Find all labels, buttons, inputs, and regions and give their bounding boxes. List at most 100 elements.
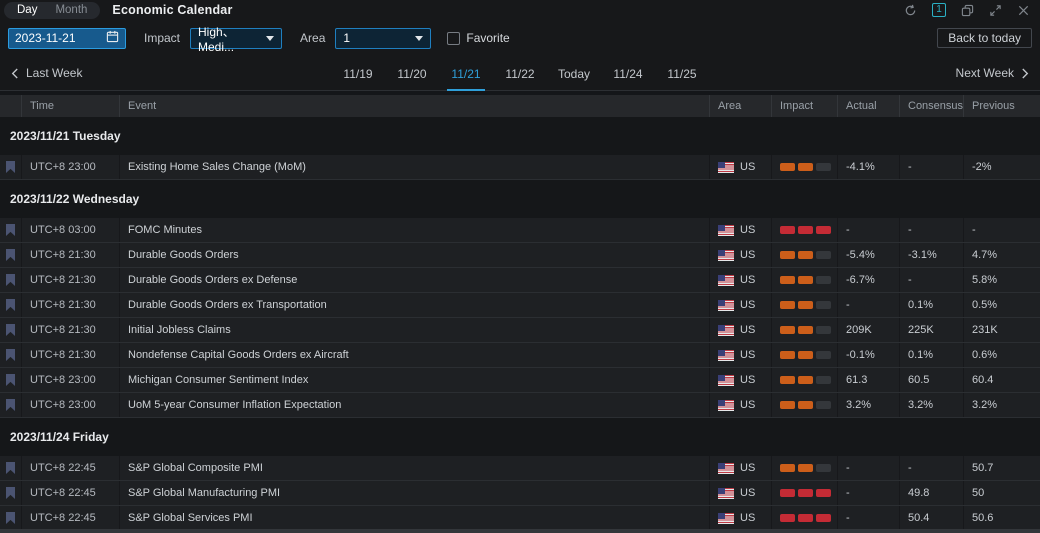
next-week-button[interactable]: Next Week	[709, 56, 1030, 90]
week-days: 11/1911/2011/2111/22Today11/2411/25	[331, 56, 709, 90]
time-cell: UTC+8 22:45	[22, 481, 120, 505]
group-date-label: 2023/11/22 Wednesday	[0, 192, 139, 206]
actual-cell: -	[838, 218, 900, 242]
us-flag-icon	[718, 300, 734, 311]
impact-cell	[772, 318, 838, 342]
impact-cell	[772, 243, 838, 267]
table-header: Time Event Area Impact Actual Consensus …	[0, 95, 1040, 117]
event-row[interactable]: UTC+8 22:45S&P Global Manufacturing PMIU…	[0, 481, 1040, 506]
bookmark-icon[interactable]	[6, 249, 15, 261]
week-day-today[interactable]: Today	[547, 56, 601, 91]
week-day-11-21[interactable]: 11/21	[439, 56, 493, 91]
event-cell: S&P Global Services PMI	[120, 506, 710, 530]
date-picker[interactable]: 2023-11-21	[8, 28, 126, 49]
impact-indicator	[780, 464, 831, 472]
event-row[interactable]: UTC+8 03:00FOMC MinutesUS---	[0, 218, 1040, 243]
panel-count-badge[interactable]: 1	[932, 3, 946, 17]
time-cell: UTC+8 23:00	[22, 368, 120, 392]
us-flag-icon	[718, 162, 734, 173]
week-day-11-22[interactable]: 11/22	[493, 56, 547, 91]
favorite-filter[interactable]: Favorite	[447, 31, 509, 45]
bookmark-cell	[0, 243, 22, 267]
bookmark-icon[interactable]	[6, 349, 15, 361]
area-select-value: 1	[343, 31, 350, 45]
impact-indicator	[780, 514, 831, 522]
consensus-cell: -	[900, 218, 964, 242]
event-row[interactable]: UTC+8 21:30Durable Goods OrdersUS-5.4%-3…	[0, 243, 1040, 268]
us-flag-icon	[718, 463, 734, 474]
back-to-today-button[interactable]: Back to today	[937, 28, 1032, 48]
us-flag-icon	[718, 513, 734, 524]
bookmark-icon[interactable]	[6, 399, 15, 411]
bookmark-icon[interactable]	[6, 374, 15, 386]
impact-indicator	[780, 489, 831, 497]
event-row[interactable]: UTC+8 23:00UoM 5-year Consumer Inflation…	[0, 393, 1040, 418]
event-row[interactable]: UTC+8 22:45S&P Global Services PMIUS-50.…	[0, 506, 1040, 531]
bookmark-cell	[0, 506, 22, 530]
area-cell: US	[710, 293, 772, 317]
area-select[interactable]: 1	[335, 28, 431, 49]
bookmark-icon[interactable]	[6, 299, 15, 311]
impact-select[interactable]: High、Medi...	[190, 28, 282, 49]
actual-cell: -0.1%	[838, 343, 900, 367]
week-day-11-24[interactable]: 11/24	[601, 56, 655, 91]
consensus-cell: -	[900, 456, 964, 480]
us-flag-icon	[718, 350, 734, 361]
area-cell: US	[710, 368, 772, 392]
impact-cell	[772, 368, 838, 392]
event-row[interactable]: UTC+8 21:30Durable Goods Orders ex Trans…	[0, 293, 1040, 318]
us-flag-icon	[718, 225, 734, 236]
bookmark-icon[interactable]	[6, 161, 15, 173]
impact-cell	[772, 268, 838, 292]
event-row[interactable]: UTC+8 22:45S&P Global Composite PMIUS--5…	[0, 456, 1040, 481]
impact-indicator	[780, 276, 831, 284]
actual-cell: 3.2%	[838, 393, 900, 417]
table-body: 2023/11/21 TuesdayUTC+8 23:00Existing Ho…	[0, 117, 1040, 531]
bookmark-icon[interactable]	[6, 487, 15, 499]
actual-cell: -	[838, 456, 900, 480]
consensus-cell: 50.4	[900, 506, 964, 530]
event-row[interactable]: UTC+8 23:00Existing Home Sales Change (M…	[0, 155, 1040, 180]
horizontal-scrollbar[interactable]	[0, 529, 1040, 533]
time-cell: UTC+8 22:45	[22, 456, 120, 480]
last-week-button[interactable]: Last Week	[10, 56, 331, 90]
actual-cell: -	[838, 506, 900, 530]
bookmark-icon[interactable]	[6, 512, 15, 524]
area-label: US	[740, 274, 755, 286]
area-label: US	[740, 399, 755, 411]
event-row[interactable]: UTC+8 21:30Durable Goods Orders ex Defen…	[0, 268, 1040, 293]
area-cell: US	[710, 318, 772, 342]
expand-icon[interactable]	[989, 4, 1002, 17]
bookmark-cell	[0, 218, 22, 242]
event-cell: Nondefense Capital Goods Orders ex Aircr…	[120, 343, 710, 367]
page-title: Economic Calendar	[112, 3, 232, 17]
duplicate-window-icon[interactable]	[961, 4, 974, 17]
event-row[interactable]: UTC+8 21:30Nondefense Capital Goods Orde…	[0, 343, 1040, 368]
tab-day[interactable]: Day	[8, 4, 46, 16]
event-row[interactable]: UTC+8 21:30Initial Jobless ClaimsUS209K2…	[0, 318, 1040, 343]
week-day-11-25[interactable]: 11/25	[655, 56, 709, 91]
bookmark-icon[interactable]	[6, 324, 15, 336]
event-cell: Existing Home Sales Change (MoM)	[120, 155, 710, 179]
bookmark-icon[interactable]	[6, 462, 15, 474]
previous-cell: 0.6%	[964, 343, 1040, 367]
refresh-icon[interactable]	[904, 4, 917, 17]
time-cell: UTC+8 03:00	[22, 218, 120, 242]
time-cell: UTC+8 23:00	[22, 155, 120, 179]
area-label: US	[740, 249, 755, 261]
week-day-11-20[interactable]: 11/20	[385, 56, 439, 91]
event-row[interactable]: UTC+8 23:00Michigan Consumer Sentiment I…	[0, 368, 1040, 393]
week-day-11-19[interactable]: 11/19	[331, 56, 385, 91]
close-icon[interactable]	[1017, 4, 1030, 17]
previous-cell: 4.7%	[964, 243, 1040, 267]
tab-month[interactable]: Month	[46, 4, 96, 16]
favorite-checkbox[interactable]	[447, 32, 460, 45]
filter-bar: 2023-11-21 Impact High、Medi... Area 1 Fa…	[0, 20, 1040, 56]
previous-cell: -	[964, 218, 1040, 242]
header-consensus: Consensus	[900, 95, 964, 117]
bookmark-icon[interactable]	[6, 274, 15, 286]
group-date-label: 2023/11/21 Tuesday	[0, 129, 121, 143]
event-cell: Initial Jobless Claims	[120, 318, 710, 342]
bookmark-icon[interactable]	[6, 224, 15, 236]
event-cell: Michigan Consumer Sentiment Index	[120, 368, 710, 392]
